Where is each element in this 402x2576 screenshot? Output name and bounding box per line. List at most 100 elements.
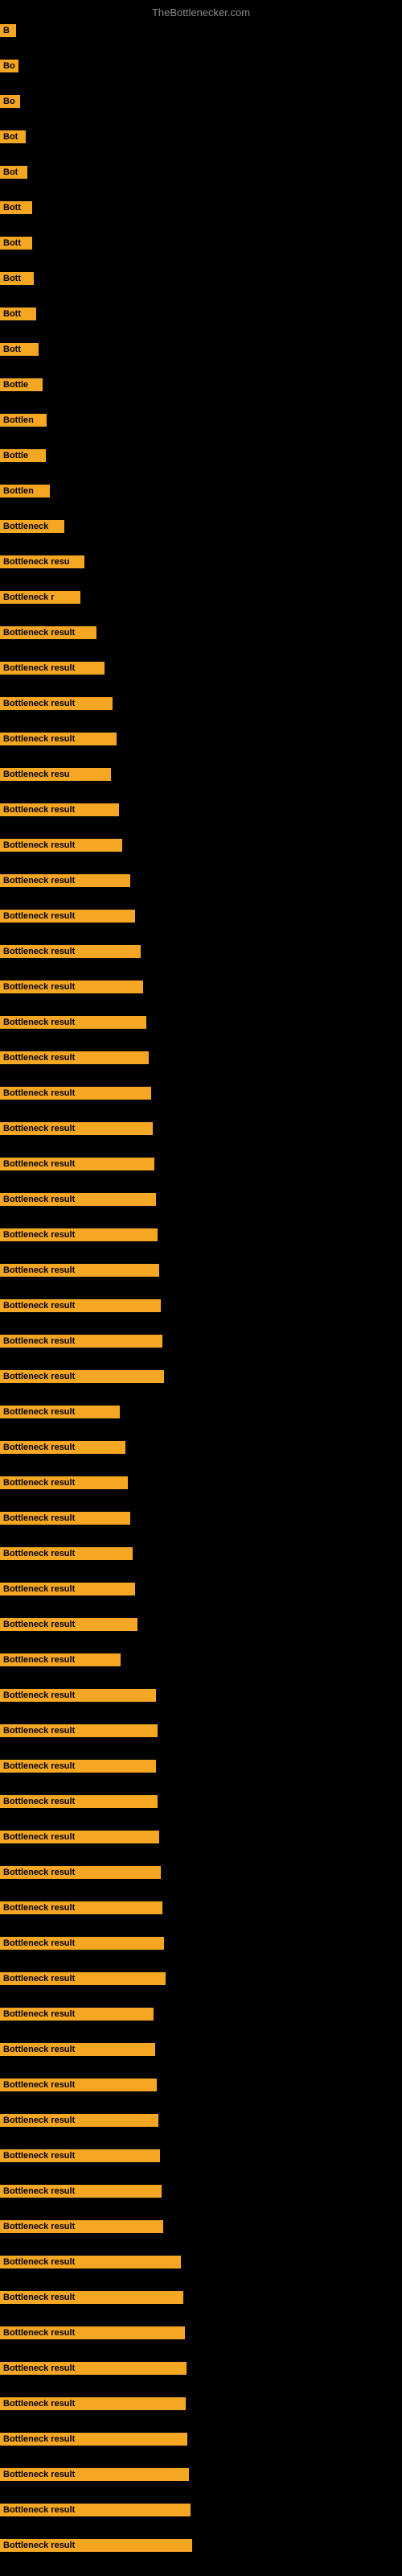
bottleneck-result-label: Bottle [0, 449, 46, 462]
bar-item: Bottleneck result [0, 1618, 137, 1635]
bar-item: Bottleneck result [0, 1831, 159, 1847]
bar-item: Bott [0, 201, 32, 218]
bar-item: Bottleneck result [0, 2079, 157, 2095]
bar-item: Bottleneck result [0, 1370, 164, 1387]
bar-item: Bottleneck result [0, 2256, 181, 2273]
bottleneck-result-label: Bott [0, 308, 36, 320]
bar-item: Bottleneck result [0, 626, 96, 643]
bar-item: Bottleneck result [0, 2043, 155, 2060]
bottleneck-result-label: Bottleneck result [0, 2326, 185, 2339]
bottleneck-result-label: Bottleneck result [0, 1689, 156, 1702]
bottleneck-result-label: Bott [0, 237, 32, 250]
bottleneck-result-label: Bottleneck result [0, 697, 113, 710]
bottleneck-result-label: Bottleneck result [0, 1228, 158, 1241]
bar-item: Bott [0, 272, 34, 289]
bottleneck-result-label: Bottleneck result [0, 2291, 183, 2304]
bottleneck-result-label: Bottleneck result [0, 1618, 137, 1631]
bar-item: Bottleneck result [0, 1512, 130, 1529]
bar-item: Bottleneck result [0, 1689, 156, 1706]
bottleneck-result-label: Bottleneck result [0, 874, 130, 887]
bar-item: Bottleneck result [0, 1937, 164, 1954]
bar-item: Bottleneck result [0, 2362, 187, 2379]
bottleneck-result-label: Bottleneck result [0, 2079, 157, 2091]
bar-item: B [0, 24, 16, 41]
bottleneck-result-label: Bottleneck result [0, 2043, 155, 2056]
bottleneck-result-label: Bottleneck result [0, 1512, 130, 1525]
bottleneck-result-label: Bottleneck result [0, 626, 96, 639]
bottleneck-result-label: Bottleneck result [0, 2539, 192, 2552]
bar-item: Bottle [0, 449, 46, 466]
bar-item: Bottlen [0, 414, 47, 431]
bar-item: Bottleneck result [0, 1441, 125, 1458]
bottleneck-result-label: Bott [0, 343, 39, 356]
bar-item: Bottleneck result [0, 1406, 120, 1422]
bar-item: Bot [0, 166, 27, 183]
bar-item: Bo [0, 60, 18, 76]
bar-item: Bottleneck result [0, 1158, 154, 1174]
bottleneck-result-label: Bottleneck result [0, 1724, 158, 1737]
bottleneck-result-label: Bottleneck result [0, 2504, 191, 2516]
bottleneck-result-label: Bottleneck result [0, 1937, 164, 1950]
bar-item: Bottleneck result [0, 2008, 154, 2025]
bar-item: Bottleneck result [0, 910, 135, 927]
bottleneck-result-label: Bottleneck result [0, 1370, 164, 1383]
bottleneck-result-label: Bottleneck result [0, 1087, 151, 1100]
bottleneck-result-label: Bottleneck result [0, 2433, 187, 2446]
bottleneck-result-label: B [0, 24, 16, 37]
bottleneck-result-label: Bottleneck result [0, 2008, 154, 2021]
bar-item: Bo [0, 95, 20, 112]
bottleneck-result-label: Bottleneck result [0, 1264, 159, 1277]
bar-item: Bottleneck result [0, 1051, 149, 1068]
bottleneck-result-label: Bottleneck result [0, 980, 143, 993]
bar-item: Bottleneck result [0, 2114, 158, 2131]
bottleneck-result-label: Bottleneck result [0, 1158, 154, 1170]
bar-item: Bottleneck result [0, 874, 130, 891]
bar-item: Bottleneck result [0, 2468, 189, 2485]
bar-item: Bottleneck [0, 520, 64, 537]
bottleneck-result-label: Bo [0, 95, 20, 108]
bottleneck-result-label: Bottleneck result [0, 839, 122, 852]
bar-item: Bottleneck result [0, 1476, 128, 1493]
site-title: TheBottlenecker.com [152, 6, 250, 19]
bar-item: Bottleneck result [0, 1866, 161, 1883]
bar-item: Bott [0, 343, 39, 360]
bottleneck-result-label: Bottleneck result [0, 910, 135, 923]
bar-item: Bottleneck result [0, 733, 117, 749]
bar-item: Bottleneck result [0, 1724, 158, 1741]
bar-item: Bottleneck result [0, 1760, 156, 1777]
bar-item: Bottleneck result [0, 1228, 158, 1245]
bottleneck-result-label: Bottleneck resu [0, 555, 84, 568]
bottleneck-result-label: Bottleneck result [0, 1831, 159, 1843]
bottleneck-result-label: Bottlen [0, 414, 47, 427]
bottleneck-result-label: Bottleneck result [0, 1441, 125, 1454]
bottleneck-result-label: Bottle [0, 378, 43, 391]
bottleneck-result-label: Bottleneck result [0, 803, 119, 816]
bar-item: Bottleneck result [0, 1016, 146, 1033]
bar-item: Bottleneck result [0, 803, 119, 820]
bottleneck-result-label: Bottleneck result [0, 1901, 162, 1914]
bottleneck-result-label: Bottleneck result [0, 1795, 158, 1808]
bottleneck-result-label: Bot [0, 166, 27, 179]
bar-item: Bottleneck result [0, 1122, 153, 1139]
bar-item: Bott [0, 308, 36, 324]
bar-item: Bottleneck result [0, 1653, 121, 1670]
bar-item: Bottleneck result [0, 1087, 151, 1104]
bottleneck-result-label: Bottleneck result [0, 1051, 149, 1064]
bottleneck-result-label: Bottleneck result [0, 2362, 187, 2375]
bar-item: Bottleneck result [0, 1583, 135, 1600]
bottleneck-result-label: Bottleneck result [0, 1866, 161, 1879]
bottleneck-result-label: Bottleneck result [0, 2114, 158, 2127]
bar-item: Bottleneck result [0, 2291, 183, 2308]
bar-item: Bottleneck result [0, 1335, 162, 1352]
bar-item: Bottleneck result [0, 1264, 159, 1281]
bottleneck-result-label: Bottleneck resu [0, 768, 111, 781]
bottleneck-result-label: Bottleneck [0, 520, 64, 533]
bar-item: Bottleneck resu [0, 768, 111, 785]
bottleneck-result-label: Bottleneck result [0, 1016, 146, 1029]
bar-item: Bottleneck result [0, 1193, 156, 1210]
bar-item: Bottleneck result [0, 2397, 186, 2414]
bottleneck-result-label: Bottleneck result [0, 733, 117, 745]
bottleneck-result-label: Bottleneck result [0, 1476, 128, 1489]
bottleneck-result-label: Bottleneck result [0, 2397, 186, 2410]
bar-item: Bottleneck result [0, 2326, 185, 2343]
